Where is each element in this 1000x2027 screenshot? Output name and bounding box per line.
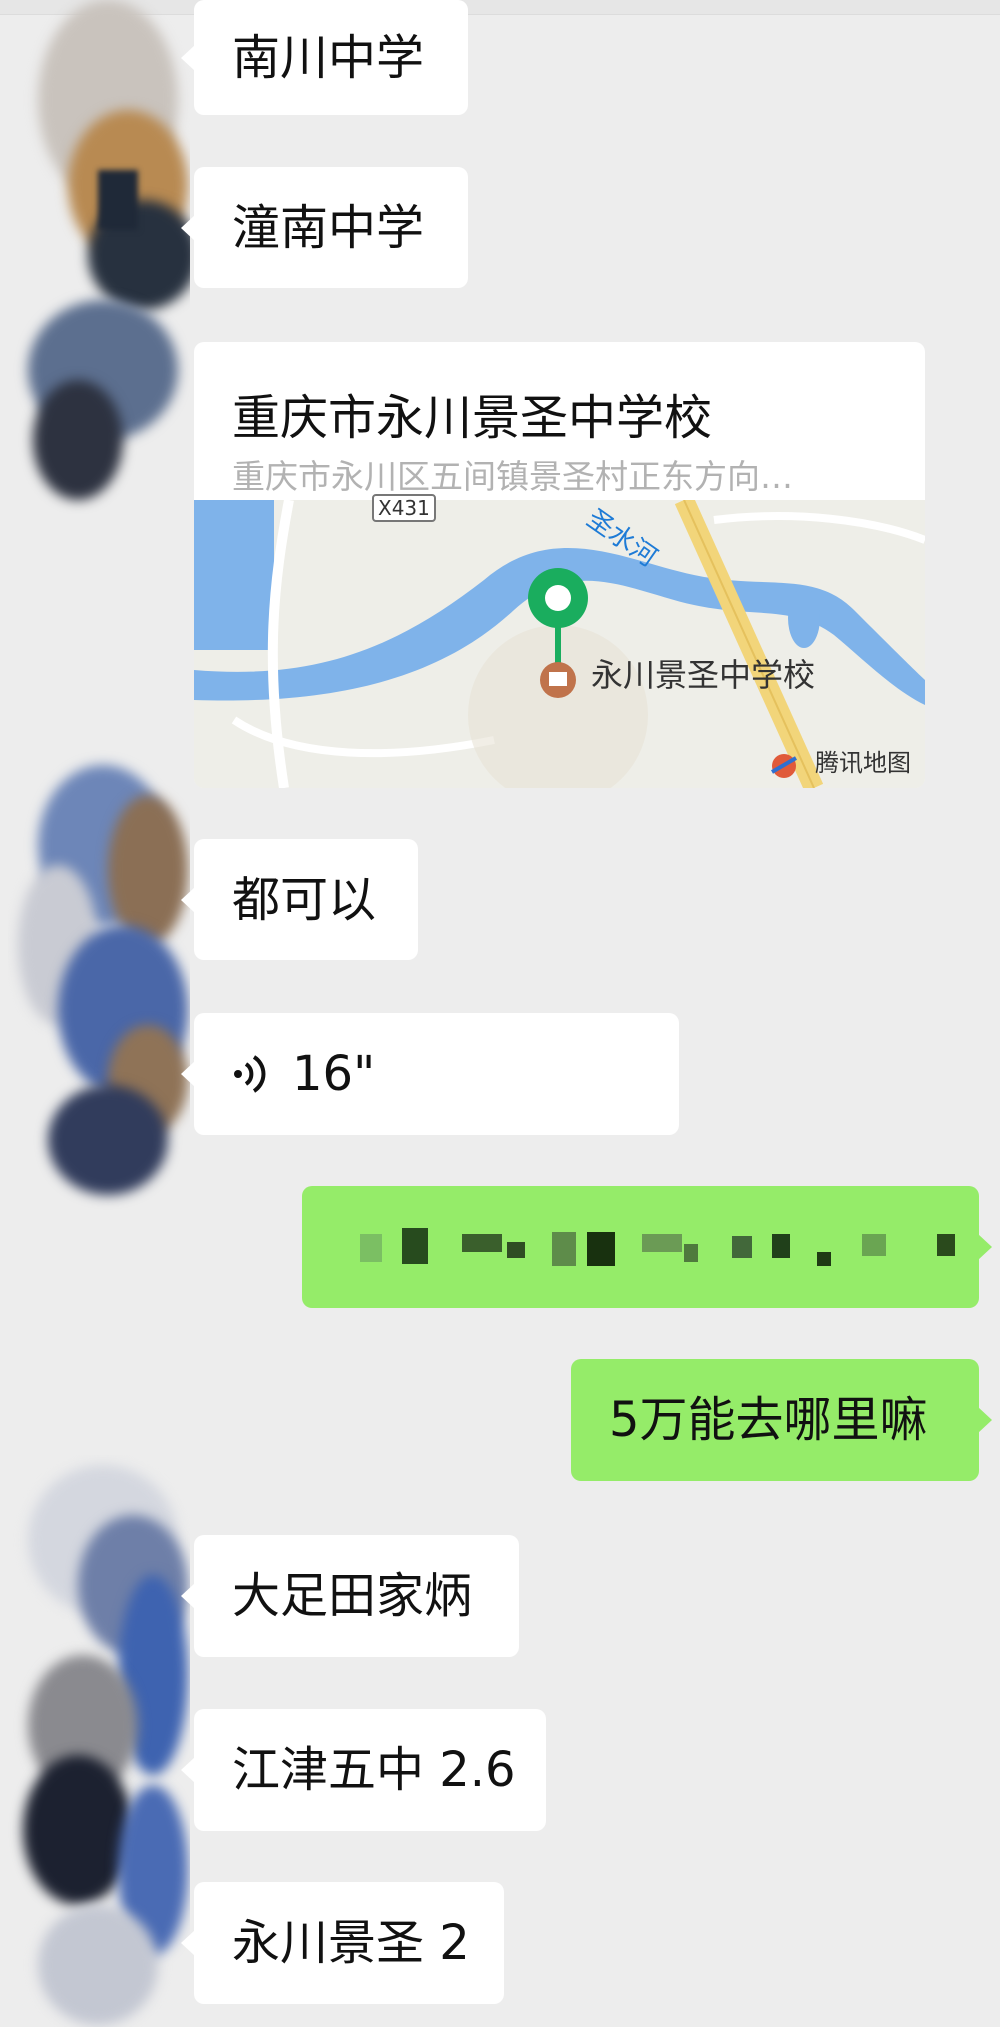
message-bubble[interactable]: 永川景圣 2 xyxy=(181,1882,504,2004)
message-bubble[interactable]: 潼南中学 xyxy=(181,167,468,288)
voice-message[interactable]: 16" xyxy=(181,1013,679,1135)
message-text: 南川中学 xyxy=(232,29,425,86)
location-title: 重庆市永川景圣中学校 xyxy=(232,390,713,446)
poi-label: 永川景圣中学校 xyxy=(591,656,816,694)
message-text: 大足田家炳 xyxy=(232,1568,473,1624)
message-text: 5万能去哪里嘛 xyxy=(609,1392,928,1448)
voice-duration: 16" xyxy=(292,1046,376,1102)
avatar[interactable] xyxy=(8,745,190,1220)
map-thumbnail[interactable]: X431 圣水河 永川景圣中学校 腾讯地图 xyxy=(194,494,925,788)
map-brand: 腾讯地图 xyxy=(815,749,911,777)
message-bubble[interactable]: 南川中学 xyxy=(181,0,468,115)
location-card[interactable]: 重庆市永川景圣中学校 重庆市永川区五间镇景圣村正东方向… X431 圣水河 永川… xyxy=(194,342,925,788)
voice-wave-icon xyxy=(232,1054,268,1094)
road-label: X431 xyxy=(372,494,436,522)
message-text: 永川景圣 2 xyxy=(232,1915,470,1971)
message-text: 潼南中学 xyxy=(232,199,425,256)
avatar[interactable] xyxy=(8,0,190,540)
location-address: 重庆市永川区五间镇景圣村正东方向… xyxy=(232,457,793,496)
message-bubble[interactable]: 大足田家炳 xyxy=(181,1535,519,1657)
message-text: 江津五中 2.6 xyxy=(232,1742,516,1798)
avatar[interactable] xyxy=(8,1455,190,2027)
outgoing-message-bubble[interactable]: 5万能去哪里嘛 xyxy=(571,1359,992,1481)
message-bubble[interactable]: 江津五中 2.6 xyxy=(181,1709,546,1831)
message-bubble[interactable]: 都可以 xyxy=(181,839,418,960)
message-text: 都可以 xyxy=(232,871,377,928)
outgoing-message-bubble[interactable] xyxy=(302,1186,992,1308)
pixelated-text xyxy=(302,1186,979,1308)
